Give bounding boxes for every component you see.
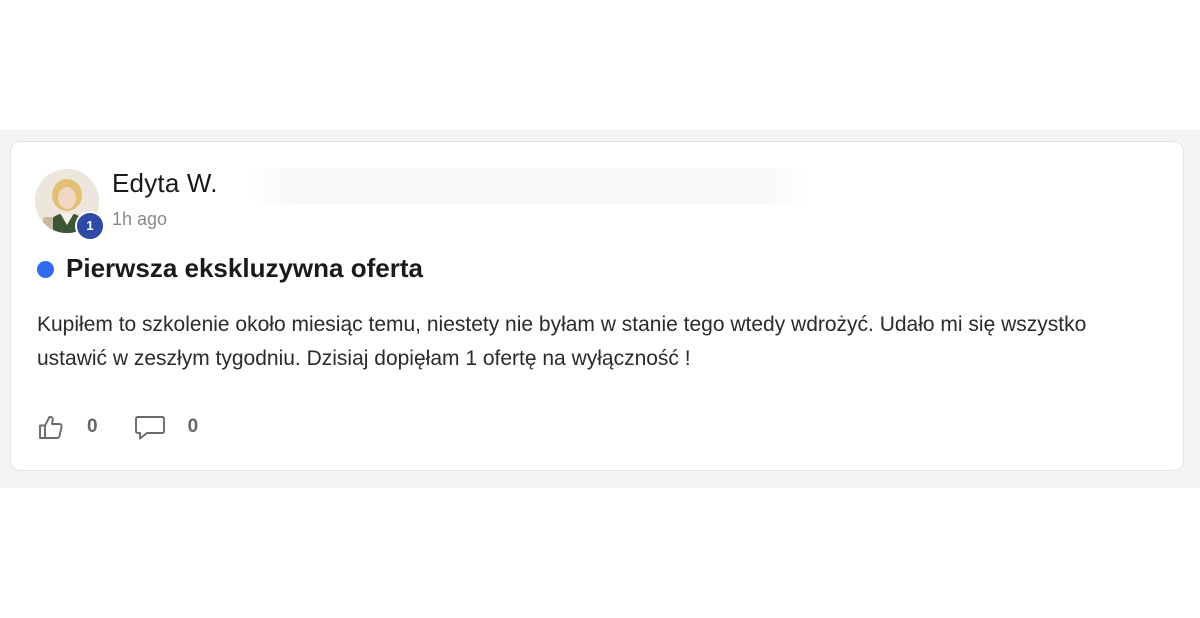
unread-dot [37,261,54,278]
like-count: 0 [87,416,98,437]
post-title[interactable]: Pierwsza ekskluzywna oferta [66,253,423,284]
thumbs-up-icon [39,415,63,439]
comment-count: 0 [187,416,199,437]
like-button[interactable]: 0 [37,413,98,441]
comment-icon [134,416,165,440]
post-card: 1 Edyta W. 1h ago Pierwsza ekskluzywna o… [10,141,1184,471]
post-body: Kupiłem to szkolenie około miesiąc temu,… [37,313,1087,370]
comment-button[interactable]: 0 [134,413,199,441]
post-timestamp: 1h ago [112,209,168,229]
author-name[interactable]: Edyta W. [112,168,218,199]
header-highlight [251,168,806,204]
level-badge: 1 [75,211,105,241]
post-actions: 0 0 [37,410,234,444]
